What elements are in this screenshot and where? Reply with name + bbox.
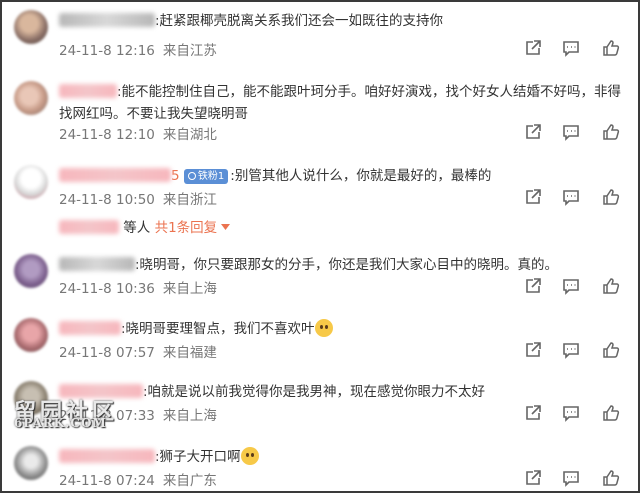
comment-text-line: :赶紧跟椰壳脱离关系我们还会一如既往的支持你 <box>59 10 626 32</box>
comment-text-line: :咱就是说以前我觉得你是我男神，现在感觉你眼力不太好 <box>59 381 626 403</box>
comment-time: 24-11-8 10:50 <box>59 192 155 208</box>
comment-text-line: :晓明哥要理智点，我们不喜欢叶 <box>59 318 626 340</box>
share-icon[interactable] <box>524 404 542 422</box>
fan-badge-label: 铁粉1 <box>197 171 225 182</box>
comment-item: :晓明哥，你只要跟那女的分手，你还是我们大家心目中的晓明。真的。 24-11-8… <box>2 252 638 310</box>
comment-text-line: 5 铁粉1 :别管其他人说什么，你就是最好的，最棒的 <box>59 165 626 187</box>
comment-time: 24-11-8 12:16 <box>59 43 155 59</box>
smirk-emoji-icon <box>240 447 259 465</box>
comment-time: 24-11-8 12:10 <box>59 127 155 143</box>
avatar[interactable] <box>14 254 48 288</box>
comment-item: :能不能控制住自己，能不能跟叶珂分手。咱好好演戏，找个好女人结婚不好吗，非得找网… <box>2 79 638 149</box>
reply-summary: 等人 共1条回复 <box>59 216 231 236</box>
avatar[interactable] <box>14 165 48 199</box>
comment-icon[interactable] <box>562 39 580 57</box>
username-blurred[interactable] <box>59 168 171 182</box>
replier-blurred[interactable] <box>59 220 119 234</box>
comment-actions <box>524 277 624 295</box>
comment-list: :赶紧跟椰壳脱离关系我们还会一如既往的支持你 24-11-8 12:16 来自江苏… <box>0 0 640 493</box>
comment-icon[interactable] <box>562 188 580 206</box>
comment-meta: 24-11-8 10:36 来自上海 <box>59 277 217 297</box>
comment-text-line: :晓明哥，你只要跟那女的分手，你还是我们大家心目中的晓明。真的。 <box>59 254 626 276</box>
comment-location: 来自广东 <box>162 473 217 489</box>
share-icon[interactable] <box>524 39 542 57</box>
like-icon[interactable] <box>602 469 620 487</box>
view-replies-label: 共1条回复 <box>154 220 218 236</box>
comment-meta: 24-11-8 10:50 来自浙江 <box>59 188 217 208</box>
sad-emoji-icon <box>314 319 333 337</box>
like-icon[interactable] <box>602 277 620 295</box>
comment-text: :晓明哥要理智点，我们不喜欢叶 <box>121 321 315 337</box>
comment-location: 来自江苏 <box>162 43 217 59</box>
comment-text: :晓明哥，你只要跟那女的分手，你还是我们大家心目中的晓明。真的。 <box>135 257 559 273</box>
comment-icon[interactable] <box>562 404 580 422</box>
share-icon[interactable] <box>524 123 542 141</box>
fan-icon <box>187 172 196 180</box>
like-icon[interactable] <box>602 341 620 359</box>
comment-actions <box>524 39 624 57</box>
fan-badge: 铁粉1 <box>183 169 229 184</box>
comment-text: :别管其他人说什么，你就是最好的，最棒的 <box>230 168 492 184</box>
comment-icon[interactable] <box>562 277 580 295</box>
like-icon[interactable] <box>602 39 620 57</box>
comment-actions <box>524 188 624 206</box>
share-icon[interactable] <box>524 341 542 359</box>
comment-actions <box>524 404 624 422</box>
avatar[interactable] <box>14 446 48 480</box>
username-blurred[interactable] <box>59 13 155 27</box>
share-icon[interactable] <box>524 277 542 295</box>
comment-actions <box>524 469 624 487</box>
comment-actions <box>524 341 624 359</box>
comment-item: :赶紧跟椰壳脱离关系我们还会一如既往的支持你 24-11-8 12:16 来自江苏 <box>2 8 638 66</box>
like-icon[interactable] <box>602 123 620 141</box>
comment-item: 5 铁粉1 :别管其他人说什么，你就是最好的，最棒的 24-11-8 10:50 来… <box>2 163 638 221</box>
username-blurred[interactable] <box>59 449 155 463</box>
comment-text-line: :能不能控制住自己，能不能跟叶珂分手。咱好好演戏，找个好女人结婚不好吗，非得找网… <box>59 81 626 125</box>
comment-location: 来自浙江 <box>162 192 217 208</box>
reply-summary-suffix: 等人 <box>123 220 151 236</box>
comment-location: 来自上海 <box>162 281 217 297</box>
comment-item: :晓明哥要理智点，我们不喜欢叶 24-11-8 07:57 来自福建 <box>2 316 638 374</box>
username-suffix[interactable]: 5 <box>171 168 180 184</box>
comment-meta: 24-11-8 07:24 来自广东 <box>59 469 217 489</box>
comment-icon[interactable] <box>562 341 580 359</box>
comment-text-line: :狮子大开口啊 <box>59 446 626 468</box>
comment-location: 来自湖北 <box>162 127 217 143</box>
avatar[interactable] <box>14 10 48 44</box>
share-icon[interactable] <box>524 188 542 206</box>
username-blurred[interactable] <box>59 257 135 271</box>
comment-time: 24-11-8 07:57 <box>59 345 155 361</box>
watermark-domain: 6PARK.COM <box>14 416 107 430</box>
comment-meta: 24-11-8 07:57 来自福建 <box>59 341 217 361</box>
comment-location: 来自上海 <box>162 408 217 424</box>
comment-text: :赶紧跟椰壳脱离关系我们还会一如既往的支持你 <box>155 13 444 29</box>
caret-down-icon <box>221 224 231 230</box>
comment-item: :狮子大开口啊 24-11-8 07:24 来自广东 <box>2 444 638 491</box>
view-replies-link[interactable]: 共1条回复 <box>155 220 231 236</box>
comment-text: :咱就是说以前我觉得你是我男神，现在感觉你眼力不太好 <box>143 384 486 400</box>
share-icon[interactable] <box>524 469 542 487</box>
comment-meta: 24-11-8 12:16 来自江苏 <box>59 39 217 59</box>
comment-icon[interactable] <box>562 469 580 487</box>
like-icon[interactable] <box>602 404 620 422</box>
comment-time: 24-11-8 10:36 <box>59 281 155 297</box>
avatar[interactable] <box>14 81 48 115</box>
username-blurred[interactable] <box>59 84 117 98</box>
comment-location: 来自福建 <box>162 345 217 361</box>
like-icon[interactable] <box>602 188 620 206</box>
comment-icon[interactable] <box>562 123 580 141</box>
avatar[interactable] <box>14 318 48 352</box>
comment-actions <box>524 123 624 141</box>
comment-time: 24-11-8 07:24 <box>59 473 155 489</box>
comment-meta: 24-11-8 12:10 来自湖北 <box>59 123 217 143</box>
username-blurred[interactable] <box>59 321 121 335</box>
comment-text: :能不能控制住自己，能不能跟叶珂分手。咱好好演戏，找个好女人结婚不好吗，非得找网… <box>59 84 622 122</box>
comment-text: :狮子大开口啊 <box>155 449 241 465</box>
